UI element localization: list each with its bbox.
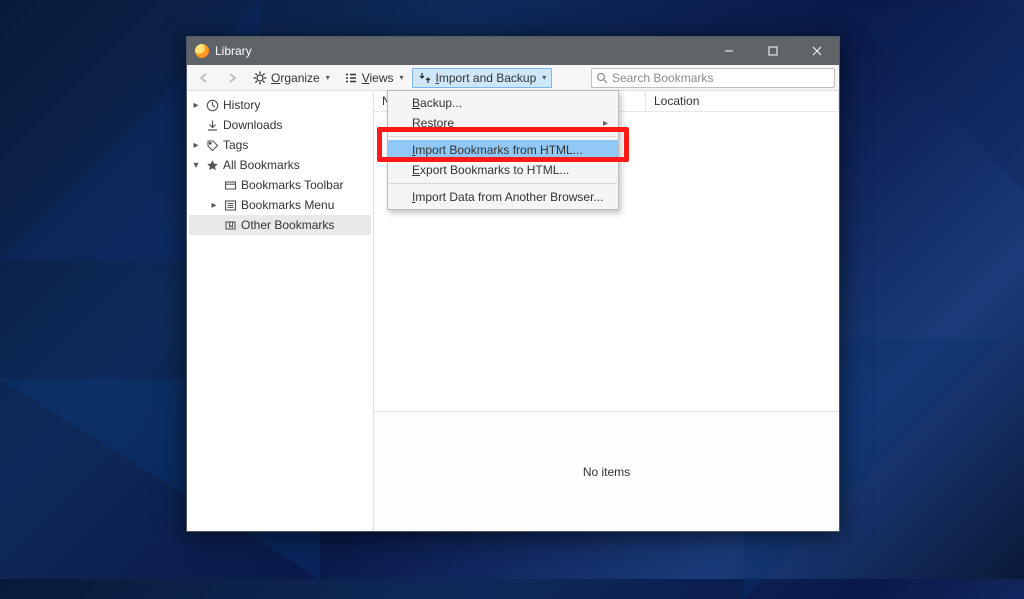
titlebar: Library bbox=[187, 37, 839, 65]
column-location[interactable]: Location bbox=[646, 91, 839, 111]
caret-down-icon: ▾ bbox=[326, 71, 330, 85]
expand-icon[interactable]: ▸ bbox=[191, 140, 201, 151]
menu-item-restore[interactable]: Restore ▸ bbox=[388, 113, 618, 133]
tree-item-bookmarks-toolbar[interactable]: ▸ Bookmarks Toolbar bbox=[189, 175, 371, 195]
download-icon bbox=[205, 118, 219, 132]
tree-item-history[interactable]: ▸ History bbox=[189, 95, 371, 115]
back-button[interactable] bbox=[191, 69, 217, 87]
organize-label: Organize bbox=[271, 71, 320, 85]
menu-item-export-html[interactable]: Export Bookmarks to HTML... bbox=[388, 160, 618, 180]
content-pane: N Location No items Backup... Restore ▸ … bbox=[374, 91, 839, 531]
close-icon bbox=[812, 46, 822, 56]
caret-down-icon: ▾ bbox=[542, 71, 546, 85]
menu-item-import-browser[interactable]: Import Data from Another Browser... bbox=[388, 187, 618, 207]
close-button[interactable] bbox=[795, 37, 839, 65]
tree-item-all-bookmarks[interactable]: ▾ All Bookmarks bbox=[189, 155, 371, 175]
collapse-icon[interactable]: ▾ bbox=[191, 160, 201, 171]
forward-button[interactable] bbox=[219, 69, 245, 87]
submenu-arrow-icon: ▸ bbox=[603, 118, 608, 129]
toolbar-icon bbox=[223, 178, 237, 192]
search-input[interactable] bbox=[612, 71, 830, 85]
toolbar: Organize ▾ Views ▾ Import and Backup ▾ bbox=[187, 65, 839, 91]
caret-down-icon: ▾ bbox=[400, 71, 404, 85]
minimize-button[interactable] bbox=[707, 37, 751, 65]
tree-item-downloads[interactable]: ▸ Downloads bbox=[189, 115, 371, 135]
list-icon bbox=[344, 72, 358, 84]
window-title: Library bbox=[215, 44, 252, 58]
tree-item-tags[interactable]: ▸ Tags bbox=[189, 135, 371, 155]
import-backup-button[interactable]: Import and Backup ▾ bbox=[412, 68, 553, 88]
menu-separator bbox=[389, 136, 617, 137]
tree-label: Bookmarks Menu bbox=[241, 198, 334, 212]
list-icon bbox=[223, 198, 237, 212]
import-export-icon bbox=[418, 71, 432, 85]
detail-pane: No items bbox=[374, 411, 839, 531]
search-box[interactable] bbox=[591, 68, 835, 88]
tree-label: History bbox=[223, 98, 260, 112]
menu-label: Backup... bbox=[412, 96, 462, 110]
minimize-icon bbox=[724, 46, 734, 56]
menu-item-backup[interactable]: Backup... bbox=[388, 93, 618, 113]
sidebar-tree: ▸ History ▸ Downloads ▸ Tags ▾ All Bookm… bbox=[187, 91, 374, 531]
views-button[interactable]: Views ▾ bbox=[338, 68, 410, 88]
bookmark-icon bbox=[223, 218, 237, 232]
tree-label: Bookmarks Toolbar bbox=[241, 178, 344, 192]
arrow-right-icon bbox=[225, 72, 239, 84]
firefox-icon bbox=[195, 44, 209, 58]
maximize-icon bbox=[768, 46, 778, 56]
tree-item-bookmarks-menu[interactable]: ▸ Bookmarks Menu bbox=[189, 195, 371, 215]
menu-item-import-html[interactable]: Import Bookmarks from HTML... bbox=[388, 140, 618, 160]
menu-label: Import Bookmarks from HTML... bbox=[412, 143, 583, 157]
menu-label: Export Bookmarks to HTML... bbox=[412, 163, 569, 177]
menu-separator bbox=[389, 183, 617, 184]
library-window: Library Organize ▾ Views ▾ bbox=[186, 36, 840, 532]
star-icon bbox=[205, 158, 219, 172]
gear-icon bbox=[253, 71, 267, 85]
views-label: Views bbox=[362, 71, 394, 85]
expand-icon[interactable]: ▸ bbox=[209, 200, 219, 211]
clock-icon bbox=[205, 98, 219, 112]
expand-icon[interactable]: ▸ bbox=[191, 100, 201, 111]
tree-label: Other Bookmarks bbox=[241, 218, 334, 232]
organize-button[interactable]: Organize ▾ bbox=[247, 68, 336, 88]
tree-label: Downloads bbox=[223, 118, 282, 132]
tree-item-other-bookmarks[interactable]: ▸ Other Bookmarks bbox=[189, 215, 371, 235]
tag-icon bbox=[205, 138, 219, 152]
main-pane: ▸ History ▸ Downloads ▸ Tags ▾ All Bookm… bbox=[187, 91, 839, 531]
tree-label: All Bookmarks bbox=[223, 158, 300, 172]
empty-label: No items bbox=[583, 465, 630, 479]
import-backup-menu: Backup... Restore ▸ Import Bookmarks fro… bbox=[387, 90, 619, 210]
arrow-left-icon bbox=[197, 72, 211, 84]
import-backup-label: Import and Backup bbox=[436, 71, 537, 85]
tree-label: Tags bbox=[223, 138, 248, 152]
search-icon bbox=[596, 72, 608, 84]
menu-label: Import Data from Another Browser... bbox=[412, 190, 603, 204]
maximize-button[interactable] bbox=[751, 37, 795, 65]
menu-label: Restore bbox=[412, 116, 454, 130]
